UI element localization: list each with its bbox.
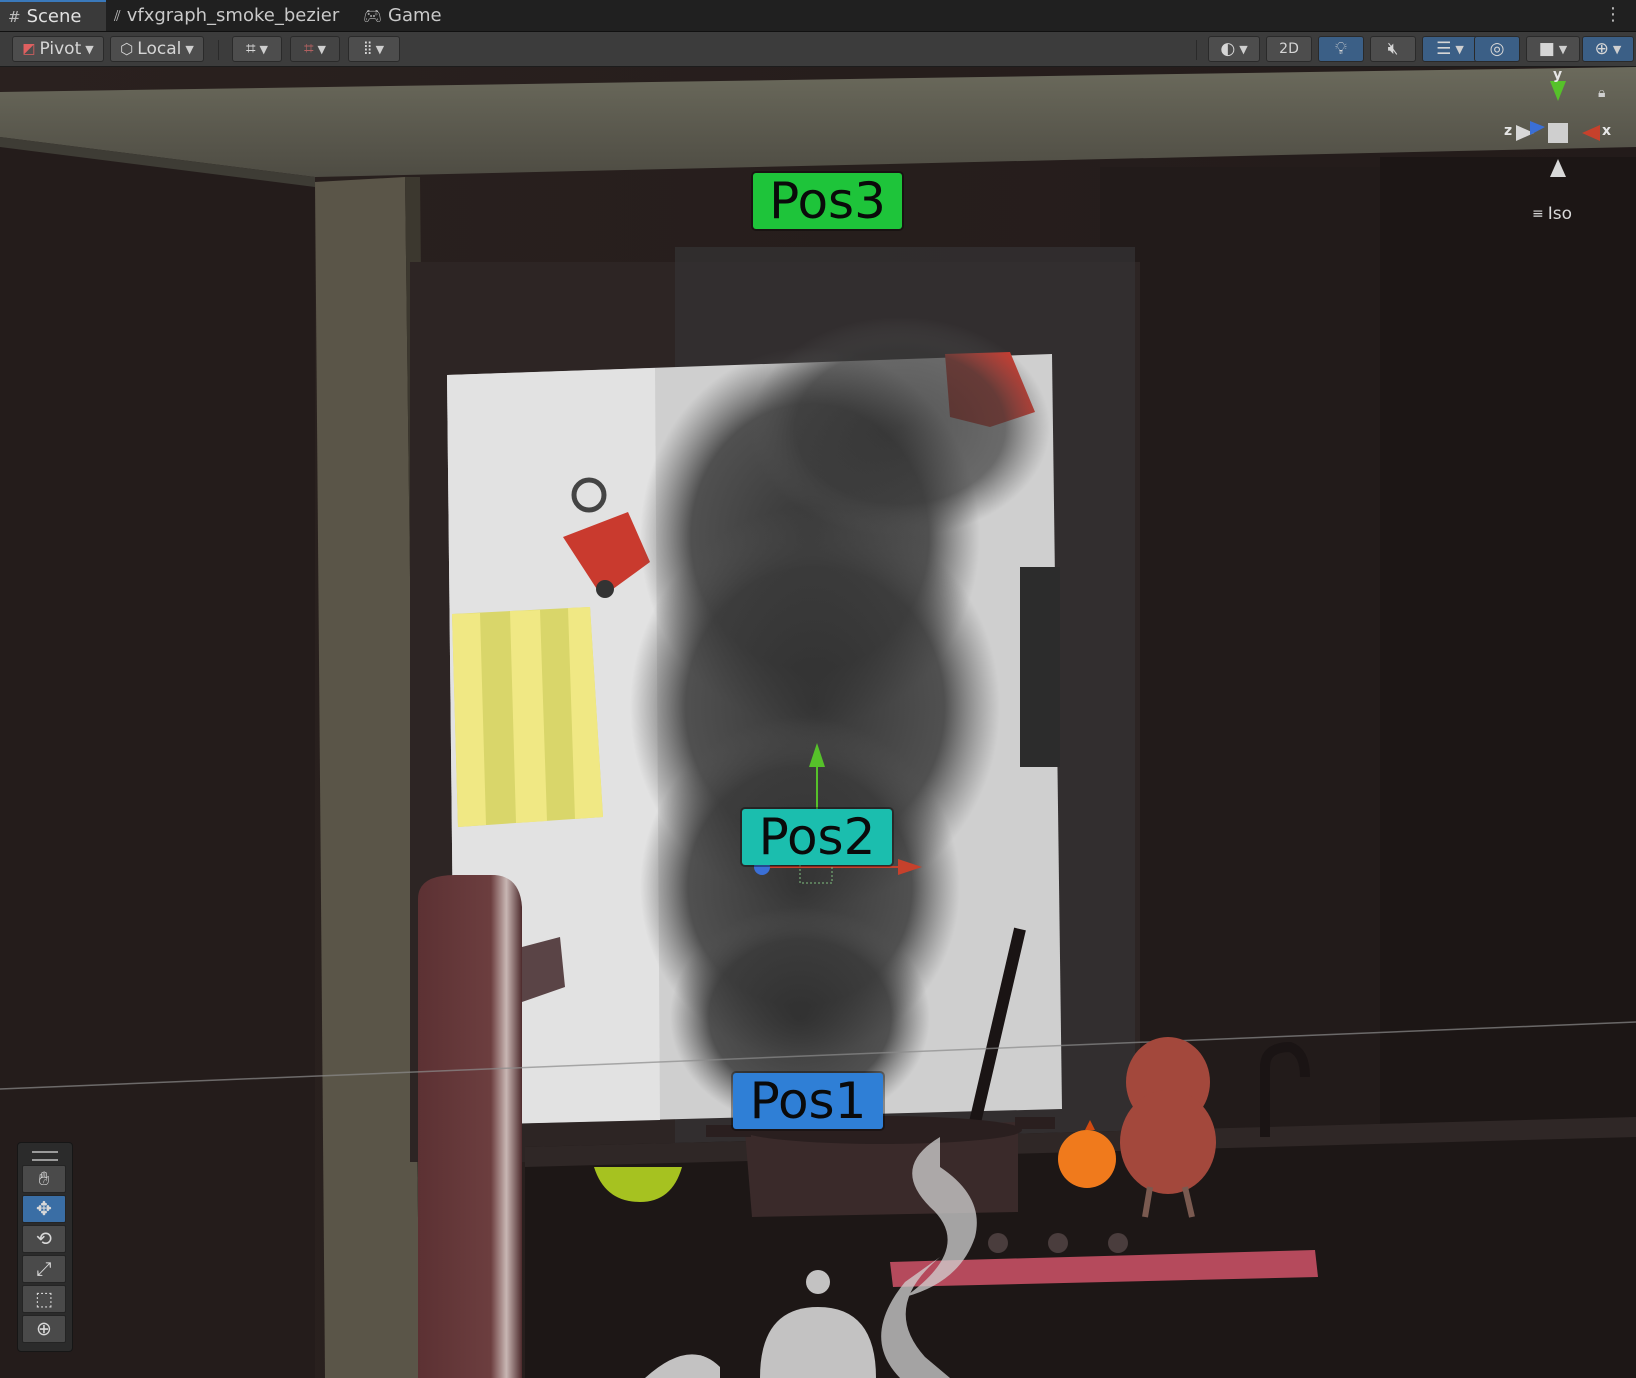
camera-icon: ■ <box>1538 39 1555 59</box>
chevron-down-icon: ▼ <box>85 42 94 56</box>
orange-fruit <box>1058 1130 1116 1188</box>
audio-muted-icon: 🔇︎ <box>1387 39 1399 59</box>
toolbar-divider <box>218 40 219 60</box>
tab-game[interactable]: 🎮︎ Game <box>355 0 450 31</box>
draw-mode-dropdown[interactable]: ◐ ▼ <box>1208 36 1260 62</box>
toolbar-divider <box>1196 40 1197 60</box>
chevron-down-icon: ▼ <box>317 42 327 56</box>
chevron-down-icon: ▼ <box>1558 42 1568 56</box>
effects-dropdown[interactable]: ☰ ▼ <box>1422 36 1478 62</box>
hidden-objects-toggle[interactable]: ◎ <box>1474 36 1520 62</box>
effects-layers-icon: ☰ <box>1436 39 1452 59</box>
wooden-post <box>315 177 420 1378</box>
tab-vfxgraph[interactable]: ⫽ vfxgraph_smoke_bezier <box>106 0 347 31</box>
hand-tool-button[interactable]: ✋︎ <box>22 1165 66 1193</box>
gizmo-x-label: x <box>1602 123 1612 139</box>
mode-2d-label: 2D <box>1279 41 1299 57</box>
tab-scene-label: Scene <box>26 6 82 27</box>
local-label: Local <box>137 39 182 59</box>
tab-game-label: Game <box>388 5 442 26</box>
cube-icon: ⬡ <box>120 40 134 58</box>
lightbulb-icon: 💡︎ <box>1335 39 1347 59</box>
transform-icon: ⊕ <box>36 1318 52 1340</box>
grid-icon: # <box>8 7 21 26</box>
grid-snap-icon: ⌗ <box>245 39 256 59</box>
palette-drag-handle[interactable] <box>32 1151 58 1161</box>
shading-sphere-icon: ◐ <box>1220 39 1236 59</box>
eye-slash-icon: ◎ <box>1489 39 1505 59</box>
chevron-down-icon: ▼ <box>1612 42 1622 56</box>
rotate-tool-button[interactable]: ⟲ <box>22 1225 66 1253</box>
cooking-pot <box>706 1116 1055 1217</box>
scene-viewport[interactable]: Pos3 Pos2 Pos1 🔒︎ y x z ≡ Iso ✋︎ ✥ ⟲ ⤢ ⬚… <box>0 67 1636 1378</box>
pivot-label: Pivot <box>39 39 82 59</box>
scale-icon: ⤢ <box>36 1258 52 1280</box>
scene-toolbar: ◩ Pivot ▼ ⬡ Local ▼ ⌗ ▼ ⌗ ▼ ⦙⦙ ▼ ◐ ▼ 2D … <box>0 32 1636 67</box>
lighting-toggle[interactable]: 💡︎ <box>1318 36 1364 62</box>
projection-label: Iso <box>1547 204 1573 224</box>
move-icon: ✥ <box>36 1198 52 1220</box>
rect-tool-button[interactable]: ⬚ <box>22 1285 66 1313</box>
grid-snapping-dropdown[interactable]: ⌗ ▼ <box>232 36 282 62</box>
ruler-dropdown[interactable]: ⦙⦙ ▼ <box>348 36 400 62</box>
increment-snap-dropdown[interactable]: ⌗ ▼ <box>290 36 340 62</box>
chevron-down-icon: ▼ <box>1239 42 1248 56</box>
rect-icon: ⬚ <box>35 1288 53 1310</box>
gizmo-neg-y-cone[interactable] <box>1550 159 1566 177</box>
gamepad-icon: 🎮︎ <box>363 6 383 25</box>
hand-icon: ✋︎ <box>38 1168 50 1190</box>
pos3-label[interactable]: Pos3 <box>753 172 902 230</box>
ruler-icon: ⦙⦙ <box>363 39 372 59</box>
gizmo-z-label: z <box>1504 123 1513 139</box>
editor-tab-bar: # Scene ⫽ vfxgraph_smoke_bezier 🎮︎ Game … <box>0 0 1636 32</box>
toggle-2d-button[interactable]: 2D <box>1266 36 1312 62</box>
chevron-down-icon: ▼ <box>375 42 385 56</box>
transform-tool-button[interactable]: ⊕ <box>22 1315 66 1343</box>
gizmos-dropdown[interactable]: ⊕ ▼ <box>1582 36 1634 62</box>
chevron-down-icon: ▼ <box>185 42 194 56</box>
audio-toggle[interactable]: 🔇︎ <box>1370 36 1416 62</box>
vfx-graph-icon: ⫽ <box>114 6 121 25</box>
move-tool-button[interactable]: ✥ <box>22 1195 66 1223</box>
gizmo-x-cone[interactable] <box>1582 125 1600 141</box>
rotate-icon: ⟲ <box>36 1228 52 1250</box>
striped-mat <box>452 607 603 827</box>
pos2-label[interactable]: Pos2 <box>742 808 892 866</box>
chevron-down-icon: ▼ <box>259 42 269 56</box>
projection-toggle[interactable]: ≡ Iso <box>1532 204 1572 224</box>
pivot-icon: ◩ <box>22 41 36 57</box>
pos1-label[interactable]: Pos1 <box>733 1072 883 1130</box>
gizmo-y-cone[interactable] <box>1550 81 1566 101</box>
local-dropdown[interactable]: ⬡ Local ▼ <box>110 36 204 62</box>
gizmo-globe-icon: ⊕ <box>1594 39 1609 59</box>
snap-increment-icon: ⌗ <box>303 39 314 59</box>
menu-lines-icon: ≡ <box>1532 206 1544 222</box>
tool-palette: ✋︎ ✥ ⟲ ⤢ ⬚ ⊕ <box>17 1142 73 1352</box>
chevron-down-icon: ▼ <box>1455 42 1464 56</box>
camera-dropdown[interactable]: ■ ▼ <box>1526 36 1580 62</box>
more-options-icon[interactable]: ⋮ <box>1604 4 1622 25</box>
scene-render <box>0 67 1636 1378</box>
gizmo-center-cube[interactable] <box>1548 123 1568 143</box>
outside-post <box>1020 567 1060 767</box>
gizmo-y-label: y <box>1553 67 1563 83</box>
pivot-dropdown[interactable]: ◩ Pivot ▼ <box>12 36 104 62</box>
scale-tool-button[interactable]: ⤢ <box>22 1255 66 1283</box>
gizmo-z-cone[interactable] <box>1530 121 1545 135</box>
tab-vfxgraph-label: vfxgraph_smoke_bezier <box>126 5 340 26</box>
tab-scene[interactable]: # Scene <box>0 0 106 31</box>
